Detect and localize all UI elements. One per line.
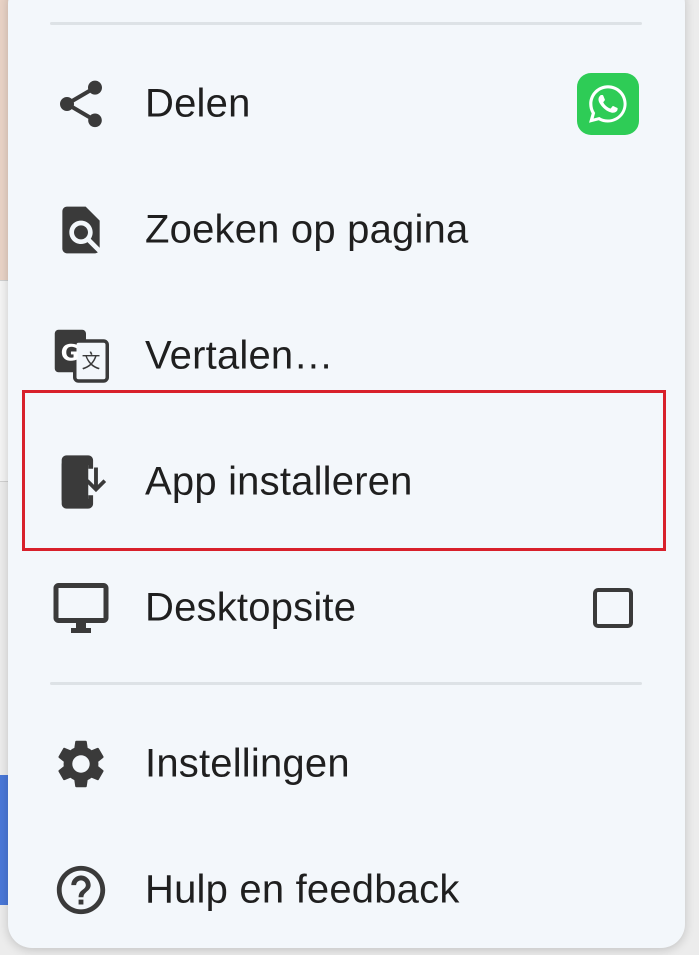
translate-icon: G 文 [50, 325, 112, 387]
whatsapp-icon[interactable] [577, 73, 639, 135]
menu-item-install-app[interactable]: App installeren [8, 419, 685, 545]
menu-item-find-in-page[interactable]: Zoeken op pagina [8, 167, 685, 293]
menu-item-translate[interactable]: G 文 Vertalen… [8, 293, 685, 419]
menu-item-desktop-site[interactable]: Desktopsite [8, 545, 685, 671]
find-in-page-icon [50, 199, 112, 261]
install-app-icon [50, 451, 112, 513]
svg-text:文: 文 [82, 350, 101, 372]
help-icon [50, 859, 112, 921]
menu-item-settings[interactable]: Instellingen [8, 701, 685, 827]
menu-item-label: Zoeken op pagina [145, 207, 469, 252]
desktop-site-checkbox[interactable] [593, 588, 633, 628]
menu-item-label: Desktopsite [145, 585, 357, 630]
desktop-icon [50, 577, 112, 639]
menu-item-help-feedback[interactable]: Hulp en feedback [8, 827, 685, 948]
menu-item-label: Instellingen [145, 741, 350, 786]
menu-item-label: App installeren [145, 459, 413, 504]
menu-item-share[interactable]: Delen [8, 41, 685, 167]
menu-item-label: Delen [145, 81, 251, 126]
menu-divider [50, 22, 642, 25]
share-icon [50, 73, 112, 135]
menu-divider [50, 682, 642, 685]
svg-text:G: G [61, 341, 79, 367]
menu-item-label: Hulp en feedback [145, 867, 460, 912]
overflow-menu: Delen Zoeken op pagina G 文 Vertalen… App… [8, 0, 685, 948]
gear-icon [50, 733, 112, 795]
menu-item-label: Vertalen… [145, 333, 334, 378]
